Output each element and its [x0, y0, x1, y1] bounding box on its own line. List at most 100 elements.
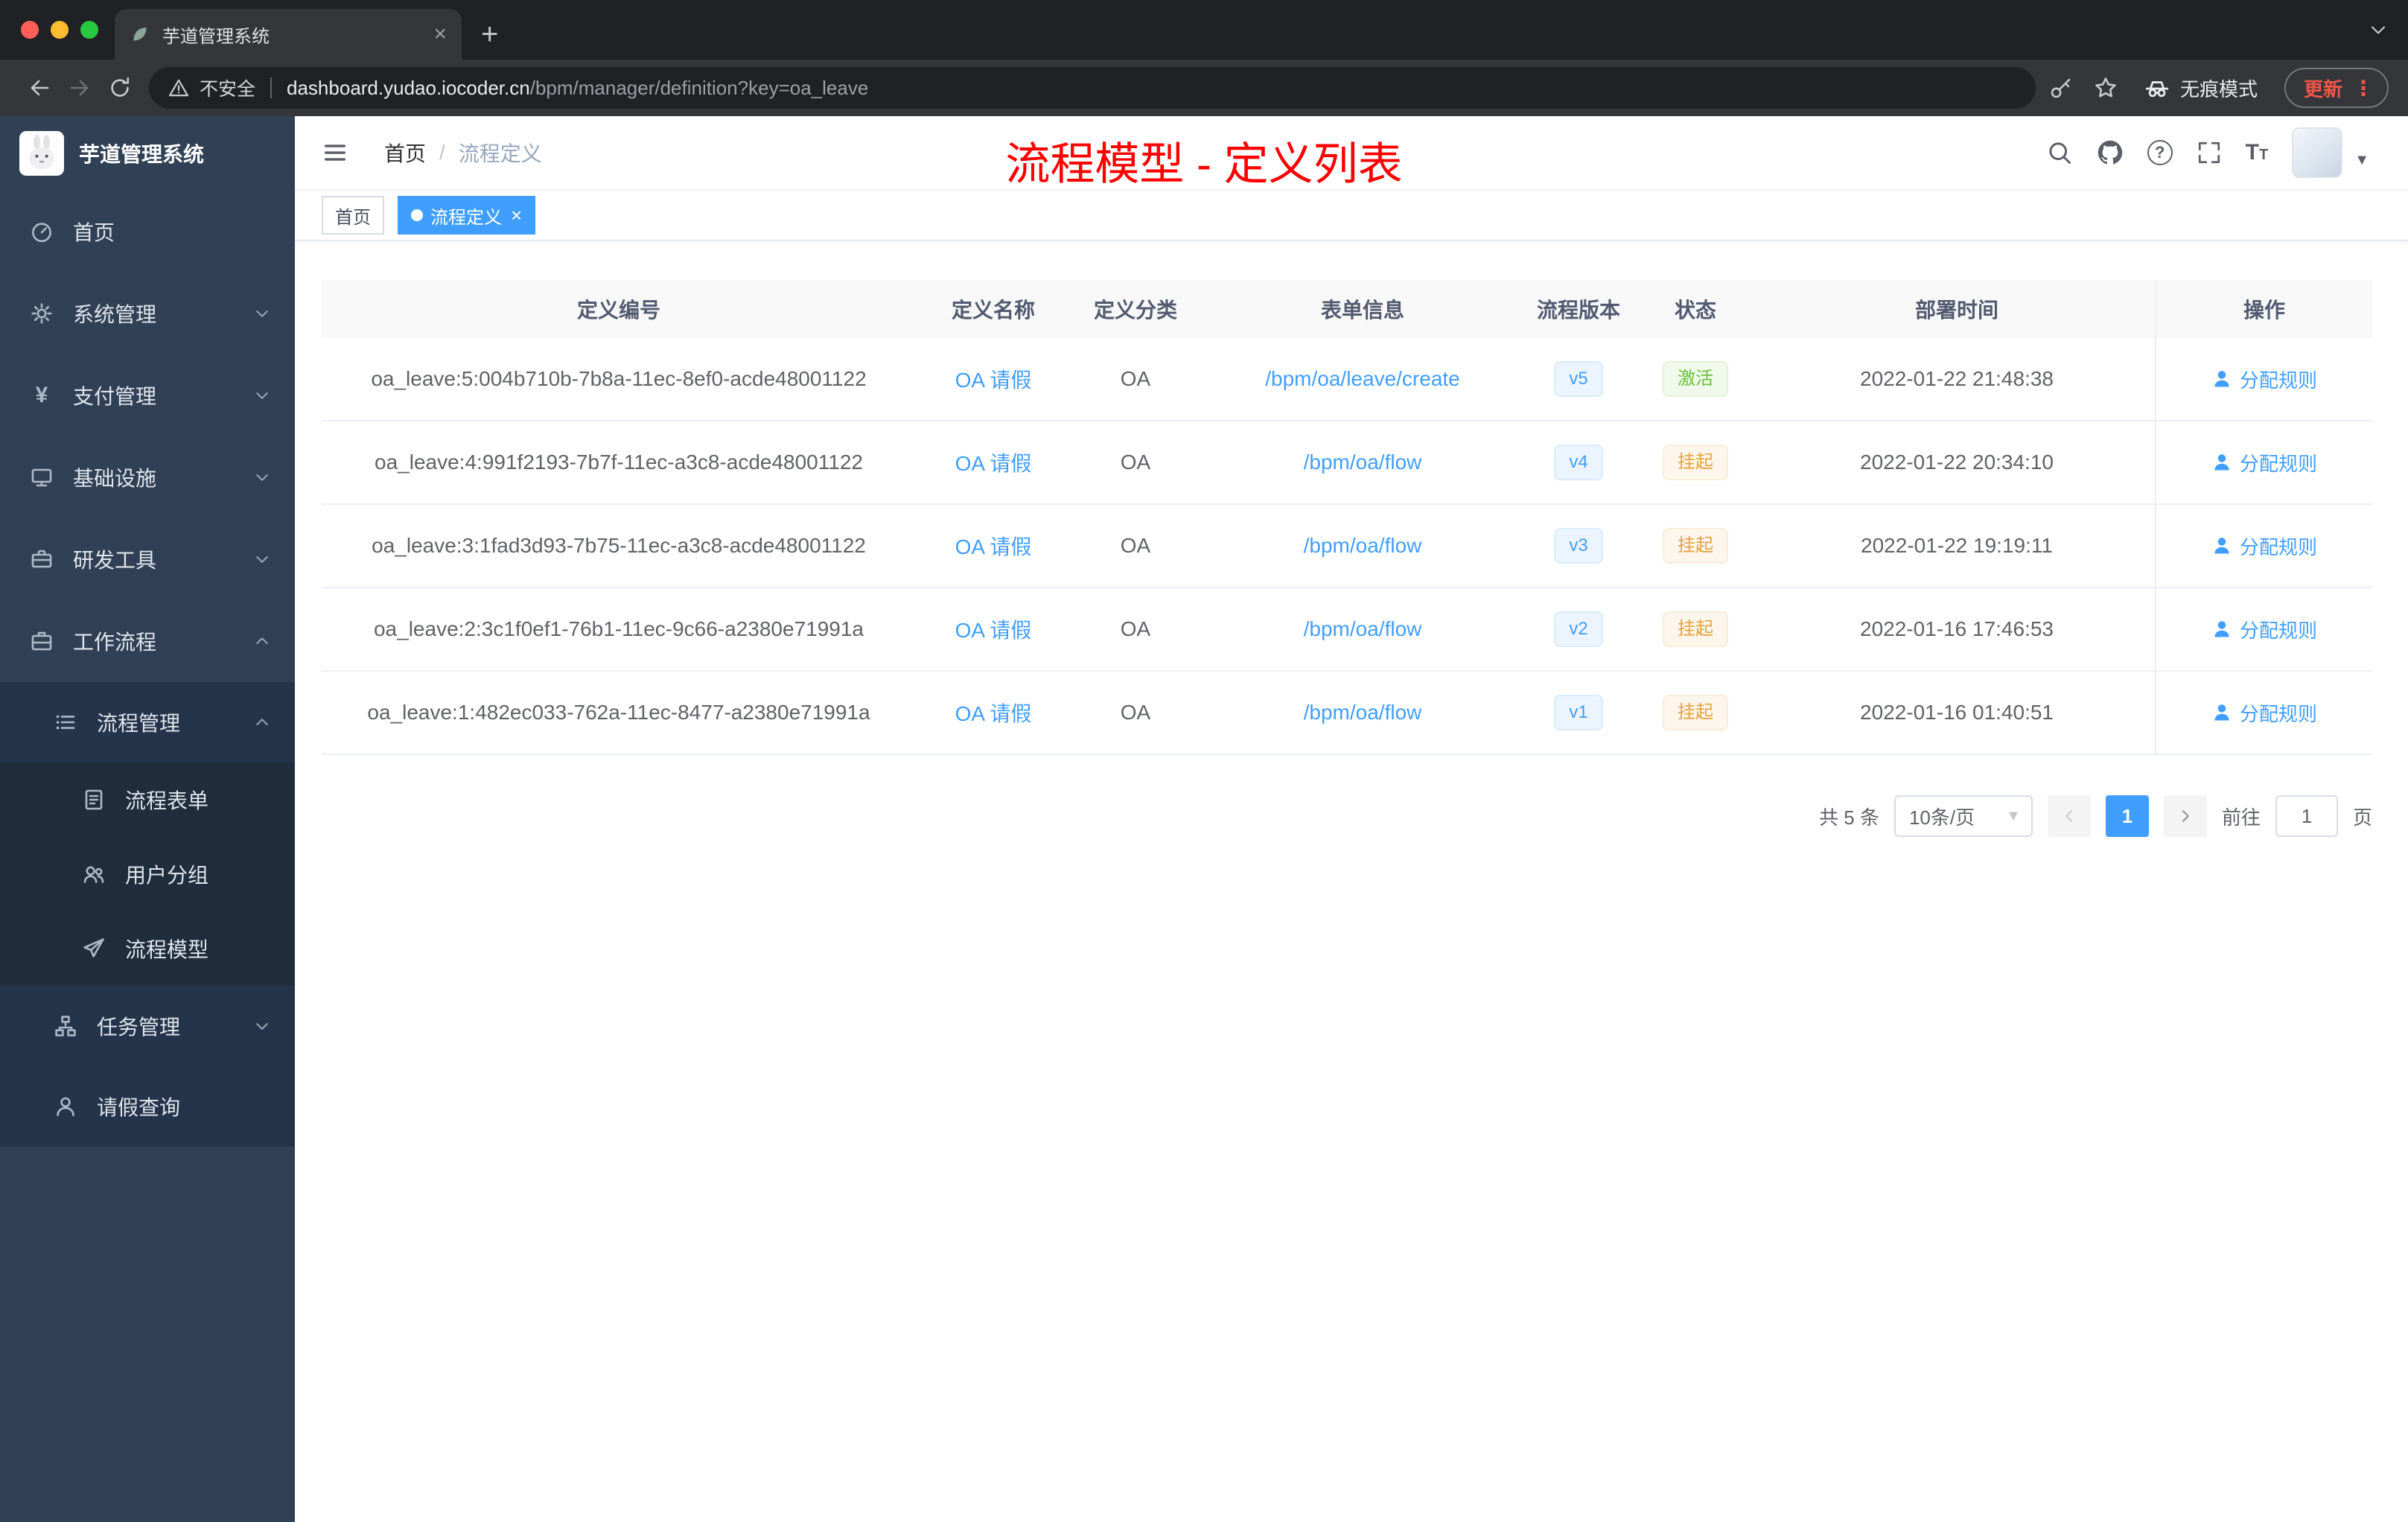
- back-button[interactable]: [19, 76, 60, 100]
- definition-name-link[interactable]: OA 请假: [955, 452, 1032, 475]
- search-icon[interactable]: [2046, 139, 2073, 166]
- incognito-icon: [2144, 75, 2170, 101]
- url-omnibox[interactable]: 不安全 dashboard.yudao.iocoder.cn/bpm/manag…: [149, 67, 2036, 109]
- avatar-caret-down-icon[interactable]: ▼: [2354, 152, 2369, 169]
- breadcrumb-home[interactable]: 首页: [384, 138, 426, 168]
- sidebar-item-infra[interactable]: 基础设施: [0, 436, 295, 518]
- url-path: /bpm/manager/definition?key=oa_leave: [529, 76, 869, 99]
- chevron-down-icon: [253, 550, 271, 568]
- pagination-total: 共 5 条: [1819, 806, 1879, 829]
- next-page-button[interactable]: [2163, 795, 2207, 837]
- sidebar-item-system[interactable]: 系统管理: [0, 273, 295, 354]
- reload-button[interactable]: [100, 76, 140, 100]
- browser-update-button[interactable]: 更新 ⋮: [2284, 68, 2389, 108]
- user-icon: [2211, 619, 2232, 640]
- page-number-button[interactable]: 1: [2105, 795, 2149, 837]
- bookmark-star-icon[interactable]: [2094, 76, 2118, 100]
- definition-id: oa_leave:5:004b710b-7b8a-11ec-8ef0-acde4…: [371, 367, 867, 390]
- goto-page-input[interactable]: [2275, 795, 2338, 837]
- definition-category: OA: [1120, 367, 1151, 390]
- tab-search-chevron-icon[interactable]: [2368, 19, 2389, 40]
- definition-name-link[interactable]: OA 请假: [955, 369, 1032, 392]
- minimize-window-button[interactable]: [51, 21, 69, 39]
- window-controls: [21, 21, 98, 39]
- tag-home[interactable]: 首页: [322, 196, 384, 235]
- password-key-icon[interactable]: [2049, 76, 2073, 100]
- form-link[interactable]: /bpm/oa/flow: [1304, 701, 1422, 724]
- user-icon: [2211, 369, 2232, 389]
- tag-close-icon[interactable]: ×: [511, 206, 522, 225]
- sidebar-item-process-mgmt[interactable]: 流程管理: [0, 682, 295, 762]
- version-tag: v2: [1554, 611, 1603, 647]
- deploy-time: 2022-01-22 19:19:11: [1861, 534, 2053, 557]
- definition-name-link[interactable]: OA 请假: [955, 702, 1032, 725]
- assign-rule-link[interactable]: 分配规则: [2211, 366, 2317, 393]
- zoom-window-button[interactable]: [80, 21, 98, 39]
- sidebar-item-process-form[interactable]: 流程表单: [0, 762, 295, 837]
- table-row: oa_leave:1:482ec033-762a-11ec-8477-a2380…: [322, 672, 2372, 755]
- not-secure-warning-icon[interactable]: [168, 77, 189, 98]
- definition-name-link[interactable]: OA 请假: [955, 535, 1032, 558]
- col-header-form: 表单信息: [1320, 299, 1404, 322]
- app-logo[interactable]: 芋道管理系统: [0, 116, 295, 191]
- tags-view: 首页 流程定义 ×: [295, 191, 2408, 241]
- prev-page-button[interactable]: [2047, 795, 2091, 837]
- tab-title: 芋道管理系统: [162, 26, 270, 47]
- sidebar-item-user-group[interactable]: 用户分组: [0, 837, 295, 911]
- tab-close-icon[interactable]: ×: [433, 23, 447, 45]
- sidebar-item-process-model[interactable]: 流程模型: [0, 911, 295, 986]
- sidebar-item-label: 流程管理: [97, 712, 181, 735]
- sidebar-item-workflow[interactable]: 工作流程: [0, 600, 295, 682]
- form-link[interactable]: /bpm/oa/flow: [1304, 450, 1422, 474]
- assign-rule-label: 分配规则: [2239, 369, 2317, 392]
- assign-rule-link[interactable]: 分配规则: [2211, 616, 2317, 643]
- sidebar-item-label: 流程模型: [125, 938, 209, 961]
- sidebar-item-label: 工作流程: [73, 631, 157, 654]
- sidebar-item-label: 流程表单: [125, 789, 209, 812]
- assign-rule-link[interactable]: 分配规则: [2211, 699, 2317, 727]
- tag-process-definition[interactable]: 流程定义 ×: [398, 196, 536, 235]
- definition-id: oa_leave:2:3c1f0ef1-76b1-11ec-9c66-a2380…: [373, 617, 864, 640]
- pagination: 共 5 条 10条/页 ▼ 1 前往 页: [322, 795, 2372, 837]
- new-tab-button[interactable]: +: [481, 19, 498, 49]
- version-tag: v1: [1554, 695, 1603, 730]
- user-avatar[interactable]: [2292, 127, 2343, 178]
- close-window-button[interactable]: [21, 21, 39, 39]
- chevron-down-icon: [253, 305, 271, 322]
- sidebar-item-leave-query[interactable]: 请假查询: [0, 1066, 295, 1147]
- browser-menu-icon[interactable]: ⋮: [2353, 76, 2374, 101]
- sidebar-toggle-icon[interactable]: [322, 139, 348, 166]
- col-header-id: 定义编号: [576, 299, 660, 322]
- yen-icon: ¥: [35, 383, 48, 407]
- list-icon: [54, 710, 77, 734]
- tree-icon: [54, 1014, 77, 1038]
- breadcrumb-separator: /: [439, 141, 445, 164]
- form-link[interactable]: /bpm/oa/flow: [1304, 534, 1422, 557]
- assign-rule-link[interactable]: 分配规则: [2211, 449, 2317, 477]
- github-icon[interactable]: [2097, 139, 2124, 166]
- sidebar-item-task-mgmt[interactable]: 任务管理: [0, 986, 295, 1066]
- browser-address-bar: 不安全 dashboard.yudao.iocoder.cn/bpm/manag…: [0, 60, 2408, 116]
- help-question-icon[interactable]: ?: [2147, 140, 2173, 165]
- page-size-select[interactable]: 10条/页 ▼: [1893, 795, 2033, 837]
- form-link[interactable]: /bpm/oa/leave/create: [1265, 367, 1460, 390]
- sidebar-item-label: 请假查询: [97, 1096, 181, 1119]
- assign-rule-link[interactable]: 分配规则: [2211, 532, 2317, 560]
- definition-name-link[interactable]: OA 请假: [955, 619, 1032, 642]
- sidebar-item-payment[interactable]: ¥ 支付管理: [0, 354, 295, 436]
- sidebar-item-label: 基础设施: [73, 467, 157, 490]
- font-size-icon[interactable]: TT: [2246, 141, 2269, 164]
- fullscreen-icon[interactable]: [2197, 140, 2222, 165]
- chevron-down-icon: [253, 1017, 271, 1035]
- browser-tab[interactable]: 芋道管理系统 ×: [115, 9, 462, 60]
- form-link[interactable]: /bpm/oa/flow: [1304, 617, 1422, 640]
- page-size-value: 10条/页: [1908, 806, 1975, 829]
- table-row: oa_leave:3:1fad3d93-7b75-11ec-a3c8-acde4…: [322, 505, 2372, 588]
- tag-label: 流程定义: [430, 207, 502, 228]
- sidebar-item-devtools[interactable]: 研发工具: [0, 518, 295, 600]
- deploy-time: 2022-01-22 21:48:38: [1860, 367, 2054, 390]
- status-badge: 挂起: [1663, 528, 1728, 564]
- omnibox-divider: [270, 77, 273, 98]
- forward-button[interactable]: [60, 76, 100, 100]
- sidebar-item-home[interactable]: 首页: [0, 191, 295, 273]
